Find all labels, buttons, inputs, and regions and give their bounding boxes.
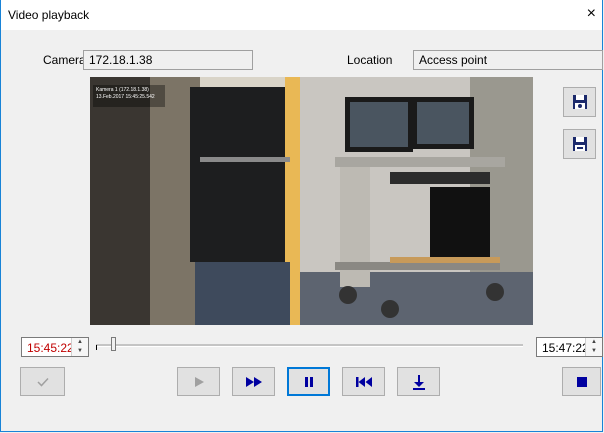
camera-field: 172.18.1.38 <box>83 50 253 70</box>
fast-forward-icon <box>245 376 262 387</box>
play-icon <box>194 376 204 387</box>
timeline-slider[interactable] <box>96 344 523 347</box>
overlay-timestamp: 13.Feb.2017 15:45:25.542 <box>96 94 155 100</box>
save-video-icon <box>572 137 587 151</box>
location-label: Location <box>347 53 393 67</box>
end-time-input[interactable]: 15:47:22 ▲ ▼ <box>536 337 603 357</box>
video-image <box>90 77 533 325</box>
download-icon <box>412 374 425 390</box>
spin-down-icon[interactable]: ▼ <box>586 347 602 356</box>
confirm-button[interactable] <box>20 367 65 396</box>
stop-button[interactable] <box>562 367 601 396</box>
overlay-camera: Kamera 1 (172.18.1.38) <box>96 87 149 93</box>
checkmark-icon <box>36 377 49 387</box>
camera-label: Camera <box>43 53 86 67</box>
play-button[interactable] <box>177 367 220 396</box>
skip-to-start-icon <box>355 376 372 387</box>
download-button[interactable] <box>397 367 440 396</box>
save-snapshot-button[interactable] <box>563 87 596 117</box>
window-title: Video playback <box>8 8 90 22</box>
start-time-value: 15:45:22 <box>27 341 74 355</box>
stop-icon <box>576 376 587 387</box>
skip-to-start-button[interactable] <box>342 367 385 396</box>
location-field: Access point <box>413 50 603 70</box>
spin-down-icon[interactable]: ▼ <box>72 347 88 356</box>
fast-forward-button[interactable] <box>232 367 275 396</box>
spin-up-icon[interactable]: ▲ <box>586 338 602 347</box>
pause-button[interactable] <box>287 367 330 396</box>
start-time-input[interactable]: 15:45:22 ▲ ▼ <box>21 337 89 357</box>
timeline-thumb[interactable] <box>111 337 117 351</box>
start-time-spinner[interactable]: ▲ ▼ <box>71 338 88 356</box>
save-video-button[interactable] <box>563 129 596 159</box>
spin-up-icon[interactable]: ▲ <box>72 338 88 347</box>
timeline-tick <box>96 345 97 350</box>
video-frame[interactable]: Kamera 1 (172.18.1.38) 13.Feb.2017 15:45… <box>90 77 533 325</box>
title-bar: Video playback × <box>1 0 602 30</box>
video-overlay: Kamera 1 (172.18.1.38) 13.Feb.2017 15:45… <box>96 87 155 101</box>
video-playback-window: Video playback × Camera 172.18.1.38 Loca… <box>0 0 603 432</box>
pause-icon <box>304 376 313 387</box>
end-time-value: 15:47:22 <box>542 341 589 355</box>
save-snapshot-icon <box>572 95 587 109</box>
close-icon[interactable]: × <box>587 5 596 23</box>
end-time-spinner[interactable]: ▲ ▼ <box>585 338 602 356</box>
